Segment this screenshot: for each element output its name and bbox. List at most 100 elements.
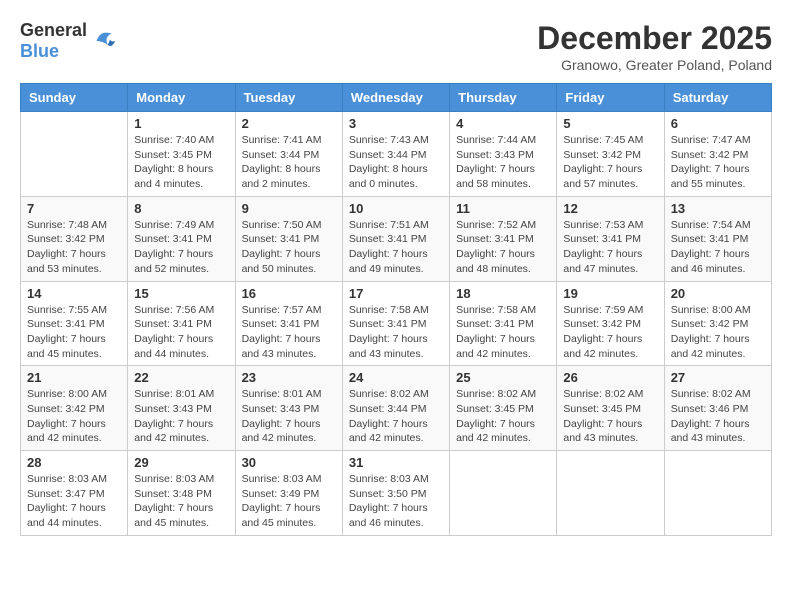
cell-info: Sunrise: 7:52 AM Sunset: 3:41 PM Dayligh… [456,218,550,277]
cell-info: Sunrise: 7:51 AM Sunset: 3:41 PM Dayligh… [349,218,443,277]
cell-info: Sunrise: 8:03 AM Sunset: 3:50 PM Dayligh… [349,472,443,531]
calendar-cell: 10 Sunrise: 7:51 AM Sunset: 3:41 PM Dayli… [342,196,449,281]
cell-info: Sunrise: 7:55 AM Sunset: 3:41 PM Dayligh… [27,303,121,362]
cell-info: Sunrise: 7:41 AM Sunset: 3:44 PM Dayligh… [242,133,336,192]
calendar-cell: 3 Sunrise: 7:43 AM Sunset: 3:44 PM Daylig… [342,112,449,197]
day-header-saturday: Saturday [664,84,771,112]
cell-info: Sunrise: 8:03 AM Sunset: 3:47 PM Dayligh… [27,472,121,531]
calendar-cell: 1Sunrise: 7:40 AM Sunset: 3:45 PM Daylig… [128,112,235,197]
logo: General Blue [20,20,119,62]
calendar-cell: 9 Sunrise: 7:50 AM Sunset: 3:41 PM Daylig… [235,196,342,281]
cell-info: Sunrise: 7:58 AM Sunset: 3:41 PM Dayligh… [456,303,550,362]
title-block: December 2025 Granowo, Greater Poland, P… [537,20,772,73]
cell-info: Sunrise: 7:53 AM Sunset: 3:41 PM Dayligh… [563,218,657,277]
calendar-cell: 13 Sunrise: 7:54 AM Sunset: 3:41 PM Dayli… [664,196,771,281]
cell-info: Sunrise: 8:02 AM Sunset: 3:45 PM Dayligh… [456,387,550,446]
day-number: 26 [563,370,657,385]
calendar-cell: 5 Sunrise: 7:45 AM Sunset: 3:42 PM Daylig… [557,112,664,197]
day-number: 9 [242,201,336,216]
cell-info: Sunrise: 7:50 AM Sunset: 3:41 PM Dayligh… [242,218,336,277]
day-number: 12 [563,201,657,216]
day-number: 28 [27,455,121,470]
logo-text: General Blue [20,20,87,62]
day-number: 5 [563,116,657,131]
calendar-week-row: 21Sunrise: 8:00 AM Sunset: 3:42 PM Dayli… [21,366,772,451]
day-number: 8 [134,201,228,216]
day-header-monday: Monday [128,84,235,112]
calendar-cell [557,451,664,536]
cell-info: Sunrise: 7:43 AM Sunset: 3:44 PM Dayligh… [349,133,443,192]
logo-blue: Blue [20,41,59,61]
cell-info: Sunrise: 8:02 AM Sunset: 3:46 PM Dayligh… [671,387,765,446]
day-number: 2 [242,116,336,131]
cell-info: Sunrise: 8:00 AM Sunset: 3:42 PM Dayligh… [671,303,765,362]
cell-info: Sunrise: 7:54 AM Sunset: 3:41 PM Dayligh… [671,218,765,277]
day-number: 14 [27,286,121,301]
location-subtitle: Granowo, Greater Poland, Poland [537,57,772,73]
calendar-week-row: 7Sunrise: 7:48 AM Sunset: 3:42 PM Daylig… [21,196,772,281]
day-number: 24 [349,370,443,385]
day-number: 16 [242,286,336,301]
calendar-week-row: 14 Sunrise: 7:55 AM Sunset: 3:41 PM Dayli… [21,281,772,366]
day-number: 23 [242,370,336,385]
logo-bird-icon [89,26,119,56]
calendar-cell: 30 Sunrise: 8:03 AM Sunset: 3:49 PM Dayli… [235,451,342,536]
cell-info: Sunrise: 8:03 AM Sunset: 3:48 PM Dayligh… [134,472,228,531]
cell-info: Sunrise: 7:56 AM Sunset: 3:41 PM Dayligh… [134,303,228,362]
day-number: 25 [456,370,550,385]
calendar-cell: 8Sunrise: 7:49 AM Sunset: 3:41 PM Daylig… [128,196,235,281]
day-number: 30 [242,455,336,470]
calendar-header-row: SundayMondayTuesdayWednesdayThursdayFrid… [21,84,772,112]
day-number: 15 [134,286,228,301]
day-number: 29 [134,455,228,470]
day-number: 20 [671,286,765,301]
day-number: 17 [349,286,443,301]
calendar-cell: 19 Sunrise: 7:59 AM Sunset: 3:42 PM Dayli… [557,281,664,366]
calendar-cell: 26 Sunrise: 8:02 AM Sunset: 3:45 PM Dayli… [557,366,664,451]
day-number: 3 [349,116,443,131]
day-number: 10 [349,201,443,216]
day-number: 19 [563,286,657,301]
calendar-cell [664,451,771,536]
cell-info: Sunrise: 7:58 AM Sunset: 3:41 PM Dayligh… [349,303,443,362]
calendar-cell: 17 Sunrise: 7:58 AM Sunset: 3:41 PM Dayli… [342,281,449,366]
calendar-cell: 7Sunrise: 7:48 AM Sunset: 3:42 PM Daylig… [21,196,128,281]
cell-info: Sunrise: 7:59 AM Sunset: 3:42 PM Dayligh… [563,303,657,362]
calendar-cell: 20 Sunrise: 8:00 AM Sunset: 3:42 PM Dayli… [664,281,771,366]
day-number: 11 [456,201,550,216]
calendar-table: SundayMondayTuesdayWednesdayThursdayFrid… [20,83,772,536]
day-number: 22 [134,370,228,385]
calendar-cell [450,451,557,536]
day-number: 13 [671,201,765,216]
cell-info: Sunrise: 8:01 AM Sunset: 3:43 PM Dayligh… [242,387,336,446]
cell-info: Sunrise: 7:45 AM Sunset: 3:42 PM Dayligh… [563,133,657,192]
day-header-wednesday: Wednesday [342,84,449,112]
calendar-cell [21,112,128,197]
day-number: 4 [456,116,550,131]
cell-info: Sunrise: 8:00 AM Sunset: 3:42 PM Dayligh… [27,387,121,446]
calendar-week-row: 1Sunrise: 7:40 AM Sunset: 3:45 PM Daylig… [21,112,772,197]
calendar-cell: 25 Sunrise: 8:02 AM Sunset: 3:45 PM Dayli… [450,366,557,451]
calendar-cell: 23 Sunrise: 8:01 AM Sunset: 3:43 PM Dayli… [235,366,342,451]
day-number: 31 [349,455,443,470]
calendar-cell: 22 Sunrise: 8:01 AM Sunset: 3:43 PM Dayli… [128,366,235,451]
calendar-cell: 28 Sunrise: 8:03 AM Sunset: 3:47 PM Dayli… [21,451,128,536]
cell-info: Sunrise: 8:02 AM Sunset: 3:44 PM Dayligh… [349,387,443,446]
cell-info: Sunrise: 8:02 AM Sunset: 3:45 PM Dayligh… [563,387,657,446]
cell-info: Sunrise: 8:03 AM Sunset: 3:49 PM Dayligh… [242,472,336,531]
calendar-cell: 6Sunrise: 7:47 AM Sunset: 3:42 PM Daylig… [664,112,771,197]
calendar-cell: 18Sunrise: 7:58 AM Sunset: 3:41 PM Dayli… [450,281,557,366]
calendar-cell: 2 Sunrise: 7:41 AM Sunset: 3:44 PM Daylig… [235,112,342,197]
cell-info: Sunrise: 7:44 AM Sunset: 3:43 PM Dayligh… [456,133,550,192]
day-number: 27 [671,370,765,385]
page-header: General Blue December 2025 Granowo, Grea… [20,20,772,73]
calendar-cell: 12 Sunrise: 7:53 AM Sunset: 3:41 PM Dayli… [557,196,664,281]
calendar-cell: 24 Sunrise: 8:02 AM Sunset: 3:44 PM Dayli… [342,366,449,451]
day-header-tuesday: Tuesday [235,84,342,112]
day-number: 6 [671,116,765,131]
calendar-cell: 29 Sunrise: 8:03 AM Sunset: 3:48 PM Dayli… [128,451,235,536]
calendar-cell: 14 Sunrise: 7:55 AM Sunset: 3:41 PM Dayli… [21,281,128,366]
month-title: December 2025 [537,20,772,57]
day-number: 7 [27,201,121,216]
cell-info: Sunrise: 8:01 AM Sunset: 3:43 PM Dayligh… [134,387,228,446]
